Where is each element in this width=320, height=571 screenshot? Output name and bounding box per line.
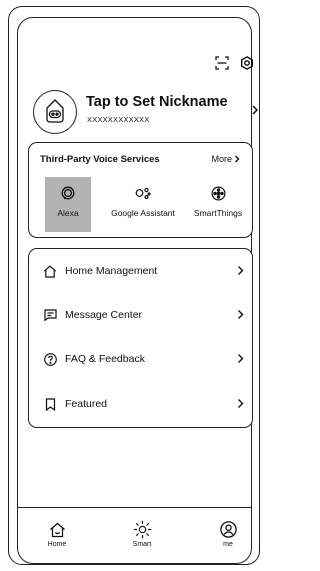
chevron-right-icon [238, 399, 244, 408]
message-icon [43, 309, 57, 321]
tabbar-divider [17, 507, 252, 508]
service-label: SmartThings [193, 208, 243, 218]
service-smartthings[interactable]: SmartThings [189, 177, 247, 232]
chevron-right-icon [238, 310, 244, 319]
scan-icon [215, 56, 229, 70]
menu-item-label: FAQ & Feedback [65, 353, 145, 365]
menu-item-label: Home Management [65, 265, 158, 277]
service-label: Google Assistant [111, 208, 175, 218]
settings-button[interactable] [238, 54, 256, 72]
sun-icon [133, 520, 151, 539]
menu-item-label: Featured [65, 398, 108, 410]
menu-item-label: Message Center [65, 309, 143, 321]
user-icon [219, 521, 237, 538]
tab-home[interactable]: Home [37, 520, 77, 548]
more-link[interactable]: More [211, 154, 240, 164]
bookmark-icon [45, 397, 55, 411]
chevron-right-icon [238, 266, 244, 275]
chevron-right-icon [235, 155, 240, 163]
tab-smart[interactable]: Smart [122, 520, 162, 548]
chevron-right-icon [238, 354, 244, 363]
menu-card: Home Management Message Center FAQ & Fee… [28, 248, 253, 428]
tab-label: me [223, 541, 233, 548]
service-alexa[interactable]: Alexa [45, 177, 91, 232]
voice-services-card: Third-Party Voice Services More Alexa Go… [28, 142, 253, 238]
nickname-label[interactable]: Tap to Set Nickname [86, 94, 228, 110]
tab-me[interactable]: me [208, 520, 248, 548]
menu-item-home-management[interactable]: Home Management [29, 260, 254, 284]
question-icon [43, 352, 57, 366]
menu-item-message-center[interactable]: Message Center [29, 304, 254, 328]
more-label: More [211, 154, 232, 164]
home-icon [43, 264, 57, 278]
home-icon [49, 522, 65, 537]
service-label: Alexa [57, 208, 79, 218]
tab-label: Home [47, 541, 67, 548]
service-google-assistant[interactable]: Google Assistant [107, 177, 179, 232]
smartthings-icon [210, 185, 226, 201]
chevron-right-icon [252, 105, 259, 115]
alexa-icon [61, 186, 75, 200]
profile-row[interactable]: Tap to Set Nickname XXXXXXXXXXXX [33, 90, 259, 135]
tab-label: Smart [132, 541, 152, 548]
voice-services-title: Third-Party Voice Services [40, 154, 160, 165]
robot-avatar-icon [46, 99, 64, 123]
menu-item-faq-feedback[interactable]: FAQ & Feedback [29, 348, 254, 372]
avatar[interactable] [33, 90, 77, 134]
user-id: XXXXXXXXXXXX [87, 115, 150, 124]
scan-button[interactable] [213, 54, 231, 72]
menu-item-featured[interactable]: Featured [29, 393, 254, 417]
gear-icon [241, 56, 253, 70]
google-assistant-icon [135, 187, 151, 200]
